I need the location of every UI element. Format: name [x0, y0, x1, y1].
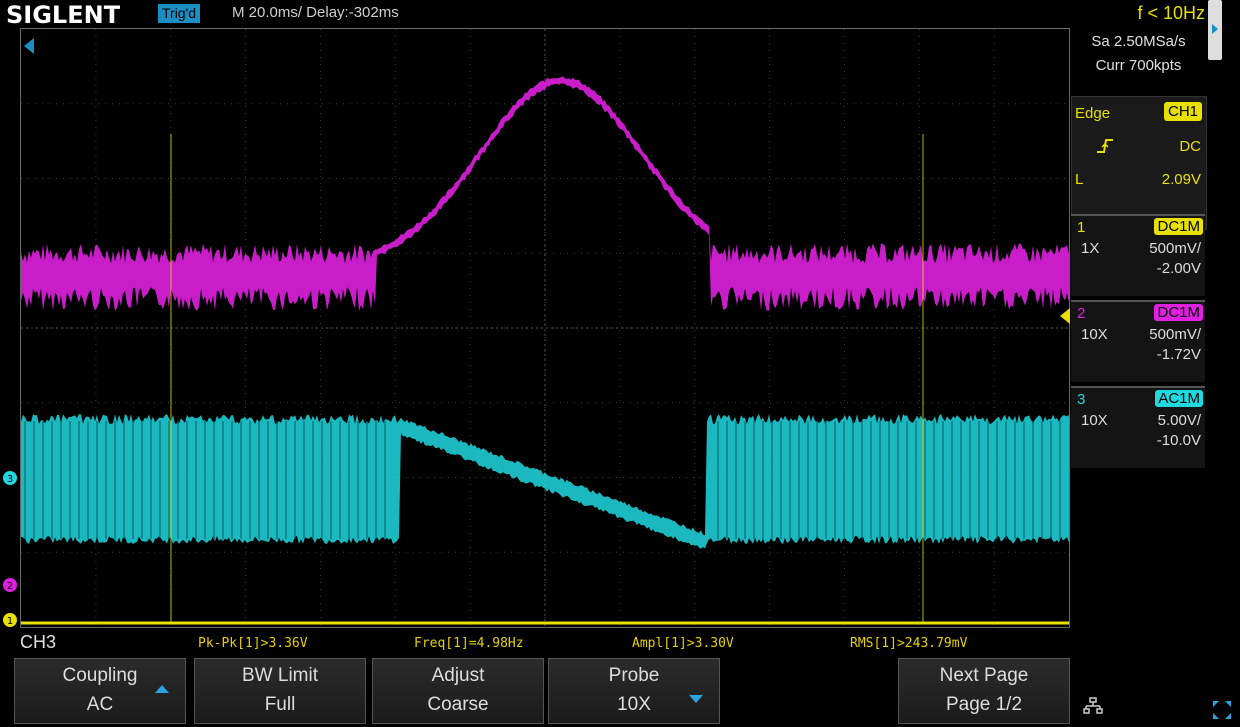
channel-2-info[interactable]: 2 DC1M 10X 500mV/ -1.72V	[1071, 300, 1205, 382]
up-arrow-icon	[155, 685, 169, 693]
trigger-settings[interactable]: Edge CH1 DC L 2.09V	[1071, 96, 1207, 230]
softkey-value: Page 1/2	[945, 694, 1023, 715]
svg-text:1: 1	[7, 616, 13, 627]
channel-probe: 10X	[1081, 326, 1108, 343]
trigger-level-label: L	[1075, 171, 1084, 188]
channel-scale: 500mV/	[1149, 240, 1201, 257]
memory-depth: Curr 700kpts	[1095, 57, 1182, 74]
channel-probe: 1X	[1081, 240, 1100, 257]
measurement-rms: RMS[1]>243.79mV	[850, 636, 968, 651]
probe-softkey[interactable]: Probe 10X	[548, 658, 720, 724]
network-icon[interactable]	[1083, 697, 1103, 715]
sample-rate: Sa 2.50MSa/s	[1091, 33, 1186, 50]
channel-probe: 10X	[1081, 412, 1108, 429]
rising-edge-icon	[1096, 138, 1114, 158]
measurement-bar: Pk-Pk[1]>3.36V Freq[1]=4.98Hz Ampl[1]>3.…	[0, 630, 1240, 656]
status-bar: SIGLENT Trig'd M 20.0ms/ Delay:-302ms f …	[0, 0, 1208, 29]
trigger-level-marker-icon[interactable]	[1058, 308, 1072, 324]
channel-3-info[interactable]: 3 AC1M 10X 5.00V/ -10.0V	[1071, 386, 1205, 468]
channel-coupling-badge: DC1M	[1154, 304, 1203, 321]
frequency-counter: f < 10Hz	[1137, 3, 1205, 23]
measurement-freq: Freq[1]=4.98Hz	[414, 636, 524, 651]
timebase-readout[interactable]: M 20.0ms/ Delay:-302ms	[232, 4, 399, 21]
channel-offset: -2.00V	[1156, 260, 1201, 277]
ch2-offset-marker-icon[interactable]: 2	[3, 577, 19, 593]
trigger-coupling: DC	[1179, 138, 1201, 155]
brand-logo: SIGLENT	[6, 1, 121, 29]
channel-scale: 500mV/	[1149, 326, 1201, 343]
bw-limit-softkey[interactable]: BW Limit Full	[194, 658, 366, 724]
trigger-delay-marker-icon[interactable]	[22, 38, 36, 54]
next-page-softkey[interactable]: Next Page Page 1/2	[898, 658, 1070, 724]
ch3-offset-marker-icon[interactable]: 3	[3, 470, 19, 486]
softkey-title: Probe	[608, 665, 660, 686]
trigger-status-badge: Trig'd	[158, 4, 201, 23]
info-panel: Sa 2.50MSa/s Curr 700kpts Edge CH1 DC L …	[1071, 28, 1207, 468]
waveform-canvas	[21, 29, 1069, 627]
trigger-source-badge: CH1	[1163, 102, 1202, 121]
channel-coupling-badge: AC1M	[1155, 390, 1203, 407]
adjust-softkey[interactable]: Adjust Coarse	[372, 658, 544, 724]
channel-number: 1	[1077, 219, 1086, 236]
trigger-type: Edge	[1075, 105, 1111, 122]
trigger-level: 2.09V	[1161, 171, 1201, 188]
softkey-value: AC	[86, 694, 114, 715]
measurement-ampl: Ampl[1]>3.30V	[632, 636, 734, 651]
channel-number: 2	[1077, 305, 1086, 322]
softkey-title: BW Limit	[242, 665, 318, 686]
softkey-title: Next Page	[939, 665, 1029, 686]
side-menu-toggle[interactable]	[1208, 0, 1222, 60]
softkey-value: Coarse	[427, 694, 489, 715]
svg-text:3: 3	[7, 474, 13, 485]
waveform-display[interactable]	[20, 28, 1070, 628]
softkey-value: Full	[264, 694, 296, 715]
channel-scale: 5.00V/	[1157, 412, 1201, 429]
channel-offset: -1.72V	[1156, 346, 1201, 363]
coupling-softkey[interactable]: Coupling AC	[14, 658, 186, 724]
fullscreen-icon[interactable]	[1212, 700, 1232, 720]
svg-text:2: 2	[7, 581, 13, 592]
softkey-title: Adjust	[431, 665, 485, 686]
channel-1-info[interactable]: 1 DC1M 1X 500mV/ -2.00V	[1071, 214, 1205, 296]
ch1-offset-marker-icon[interactable]: 1	[3, 612, 19, 628]
down-arrow-icon	[689, 695, 703, 703]
measurement-pkpk: Pk-Pk[1]>3.36V	[198, 636, 308, 651]
channel-offset: -10.0V	[1156, 432, 1201, 449]
channel-coupling-badge: DC1M	[1154, 218, 1203, 235]
channel-number: 3	[1077, 391, 1086, 408]
softkey-title: Coupling	[62, 665, 138, 686]
